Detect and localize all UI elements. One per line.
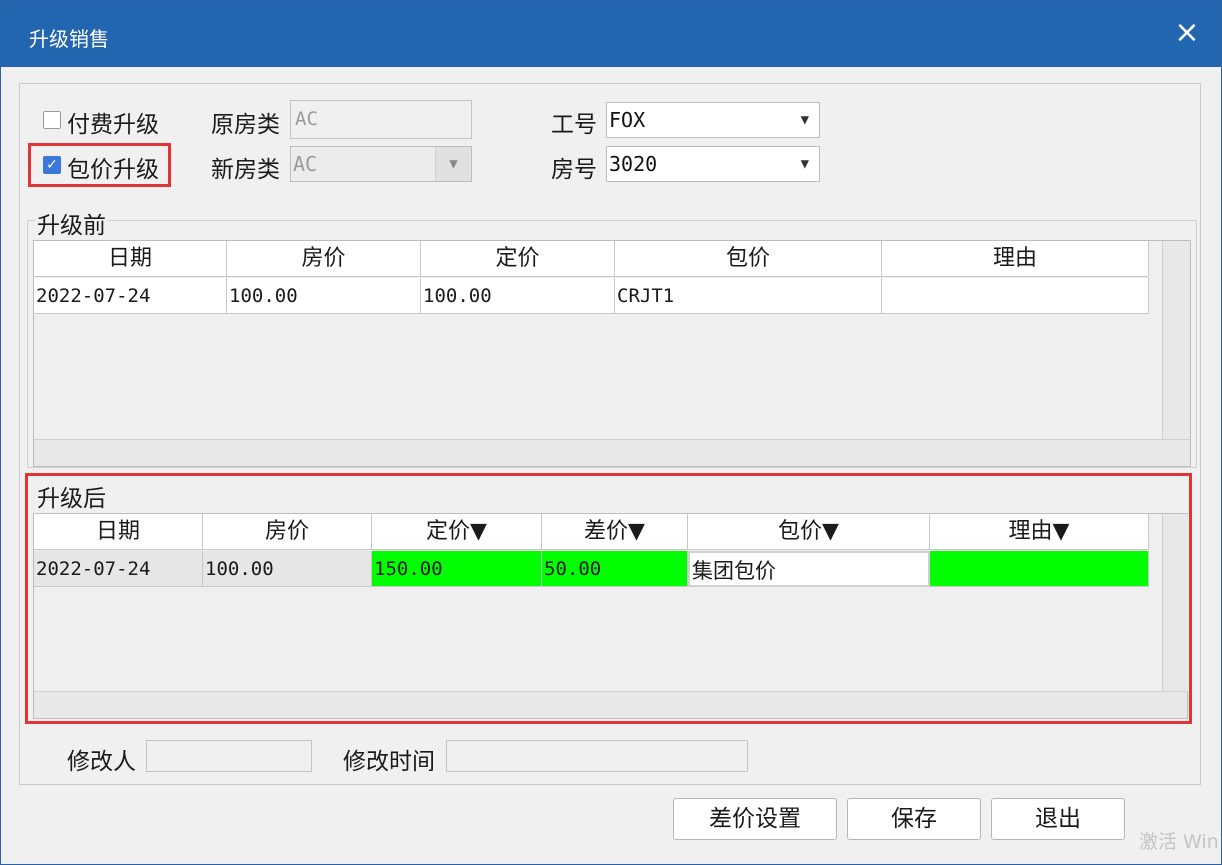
dialog-title: 升级销售 (29, 27, 109, 51)
table-cell-reason[interactable] (930, 551, 1149, 587)
after-upgrade-title: 升级后 (35, 479, 108, 513)
table-cell-room-price: 100.00 (203, 551, 372, 587)
new-room-type-select: AC ▼ (290, 146, 472, 182)
table-cell-diff-price[interactable]: 50.00 (542, 551, 688, 587)
horizontal-scrollbar[interactable] (34, 439, 1190, 466)
column-header[interactable]: 理由 (882, 241, 1149, 277)
column-header[interactable]: 日期 (34, 514, 203, 550)
column-header[interactable]: 包价▼ (688, 514, 930, 550)
orig-room-type-label: 原房类 (211, 112, 280, 138)
room-no-label: 房号 (551, 157, 597, 183)
room-no-select[interactable]: 3020 ▼ (606, 146, 820, 182)
table-cell-room-price[interactable]: 100.00 (227, 278, 421, 314)
employee-no-label: 工号 (551, 112, 597, 138)
upgrade-sales-dialog: 升级销售 × 付费升级 ✓ 包价升级 原房类 AC 新房类 AC ▼ 工号 FO… (0, 0, 1222, 865)
paid-upgrade-label: 付费升级 (67, 112, 159, 138)
after-upgrade-grid: 日期 房价 定价▼ 差价▼ 包价▼ 理由▼ 2022-07-24 100.00 … (33, 513, 1188, 719)
table-cell-date: 2022-07-24 (34, 551, 203, 587)
package-upgrade-checkbox[interactable]: ✓ (43, 156, 61, 174)
activation-watermark: 激活 Win (1139, 831, 1219, 853)
table-cell-date[interactable]: 2022-07-24 (34, 278, 227, 314)
new-room-type-label: 新房类 (211, 157, 280, 183)
vertical-scrollbar[interactable] (1162, 514, 1188, 691)
package-upgrade-label: 包价升级 (67, 157, 159, 183)
table-cell-set-price[interactable]: 100.00 (421, 278, 615, 314)
table-cell-set-price[interactable]: 150.00 (372, 551, 542, 587)
column-header[interactable]: 理由▼ (930, 514, 1149, 550)
table-cell-reason[interactable] (882, 278, 1149, 314)
modifier-field (146, 740, 312, 772)
column-header[interactable]: 包价 (615, 241, 882, 277)
modifier-label: 修改人 (67, 749, 136, 775)
exit-button[interactable]: 退出 (991, 798, 1125, 840)
vertical-scrollbar[interactable] (1162, 241, 1190, 439)
modify-time-label: 修改时间 (343, 749, 435, 775)
column-header[interactable]: 定价▼ (372, 514, 542, 550)
column-header[interactable]: 定价 (421, 241, 615, 277)
table-cell-package[interactable]: 集团包价 (688, 551, 930, 587)
chevron-down-icon[interactable]: ▼ (801, 147, 809, 181)
column-header[interactable]: 差价▼ (542, 514, 688, 550)
column-header[interactable]: 房价 (227, 241, 421, 277)
paid-upgrade-checkbox[interactable] (43, 111, 61, 129)
chevron-down-icon: ▼ (435, 147, 471, 181)
employee-no-value: FOX (609, 108, 646, 132)
new-room-type-value: AC (293, 152, 318, 176)
horizontal-scrollbar[interactable] (34, 691, 1187, 718)
column-header[interactable]: 房价 (203, 514, 372, 550)
before-upgrade-title: 升级前 (35, 206, 108, 240)
title-bar: 升级销售 × (1, 1, 1221, 67)
modify-time-field (446, 740, 748, 772)
orig-room-type-field: AC (290, 100, 472, 139)
save-button[interactable]: 保存 (847, 798, 981, 840)
room-no-value: 3020 (609, 152, 658, 176)
column-header[interactable]: 日期 (34, 241, 227, 277)
employee-no-select[interactable]: FOX ▼ (606, 102, 820, 138)
before-upgrade-grid: 日期 房价 定价 包价 理由 2022-07-24 100.00 100.00 … (33, 240, 1191, 467)
chevron-down-icon[interactable]: ▼ (801, 103, 809, 137)
table-cell-package[interactable]: CRJT1 (615, 278, 882, 314)
diff-settings-button[interactable]: 差价设置 (673, 798, 837, 840)
close-icon[interactable]: × (1169, 15, 1205, 51)
